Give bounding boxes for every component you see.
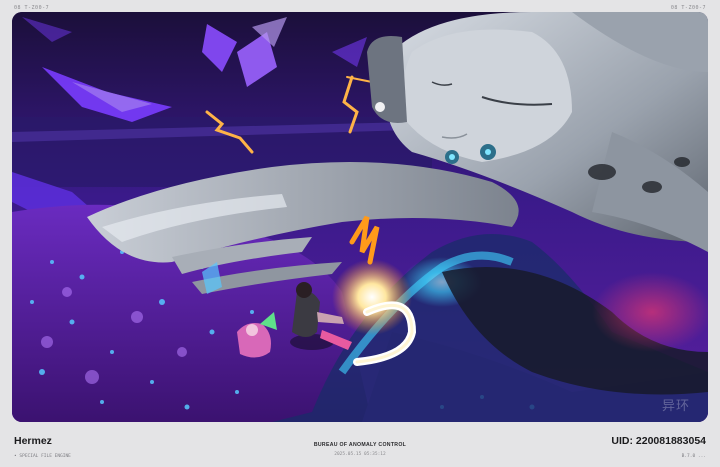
game-scene xyxy=(12,12,708,422)
game-logo-watermark: 异环 xyxy=(661,399,690,414)
timestamp: 2025.05.15 05:35:12 xyxy=(334,452,386,457)
corner-mark-top-right: 08 T-Z00-7 xyxy=(670,5,706,11)
player-uid: UID: 220081883054 xyxy=(611,435,706,447)
version-label: B.7.0 ... xyxy=(681,454,706,459)
footer-bar: Hermez • SPECIAL FILE ENGINE BUREAU OF A… xyxy=(0,424,720,467)
corner-mark-top-left: 08 T-Z00-7 xyxy=(14,5,50,11)
photo-frame: 08 T-Z00-7 08 T-Z00-7 异环 Hermez • SPECIA… xyxy=(0,0,720,467)
game-screenshot: 异环 xyxy=(12,12,708,422)
